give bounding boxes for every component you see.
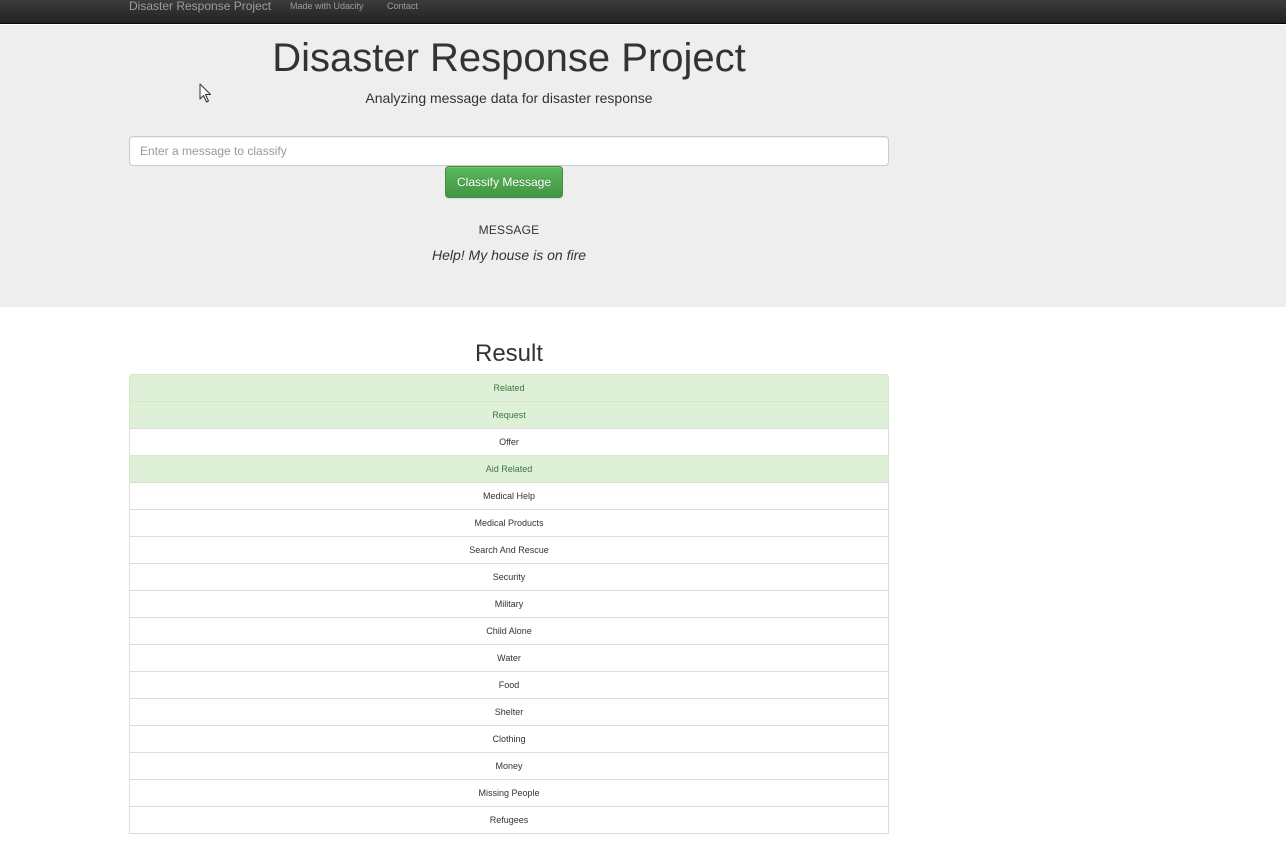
page-subtitle: Analyzing message data for disaster resp… [365,90,653,106]
result-item: Related [129,374,889,402]
mouse-pointer-icon [199,83,211,103]
result-item: Refugees [129,806,889,834]
classify-message-button[interactable]: Classify Message [445,166,563,198]
result-list: Related Request Offer Aid Related Medical He… [129,374,889,834]
result-item: Offer [129,428,889,456]
jumbotron: Disaster Response Project Analyzing mess… [0,25,1286,307]
page-title: Disaster Response Project [272,36,746,80]
classified-message-text: Help! My house is on fire [431,247,587,263]
result-item: Request [129,401,889,429]
result-item: Money [129,752,889,780]
result-item: Security [129,563,889,591]
result-item: Medical Help [129,482,889,510]
result-item: Military [129,590,889,618]
result-item: Aid Related [129,455,889,483]
result-item: Shelter [129,698,889,726]
result-item: Missing People [129,779,889,807]
result-item: Child Alone [129,617,889,645]
result-item: Medical Products [129,509,889,537]
top-navbar: Disaster Response Project Made with Udac… [0,0,1286,24]
result-title: Result [474,340,544,367]
nav-link-contact[interactable]: Contact [387,1,418,11]
result-item: Food [129,671,889,699]
result-item: Search And Rescue [129,536,889,564]
message-input[interactable] [129,136,889,166]
result-item: Clothing [129,725,889,753]
message-heading: MESSAGE [478,223,540,237]
nav-link-made-with-udacity[interactable]: Made with Udacity [290,1,364,11]
navbar-brand[interactable]: Disaster Response Project [129,0,271,12]
result-item: Water [129,644,889,672]
